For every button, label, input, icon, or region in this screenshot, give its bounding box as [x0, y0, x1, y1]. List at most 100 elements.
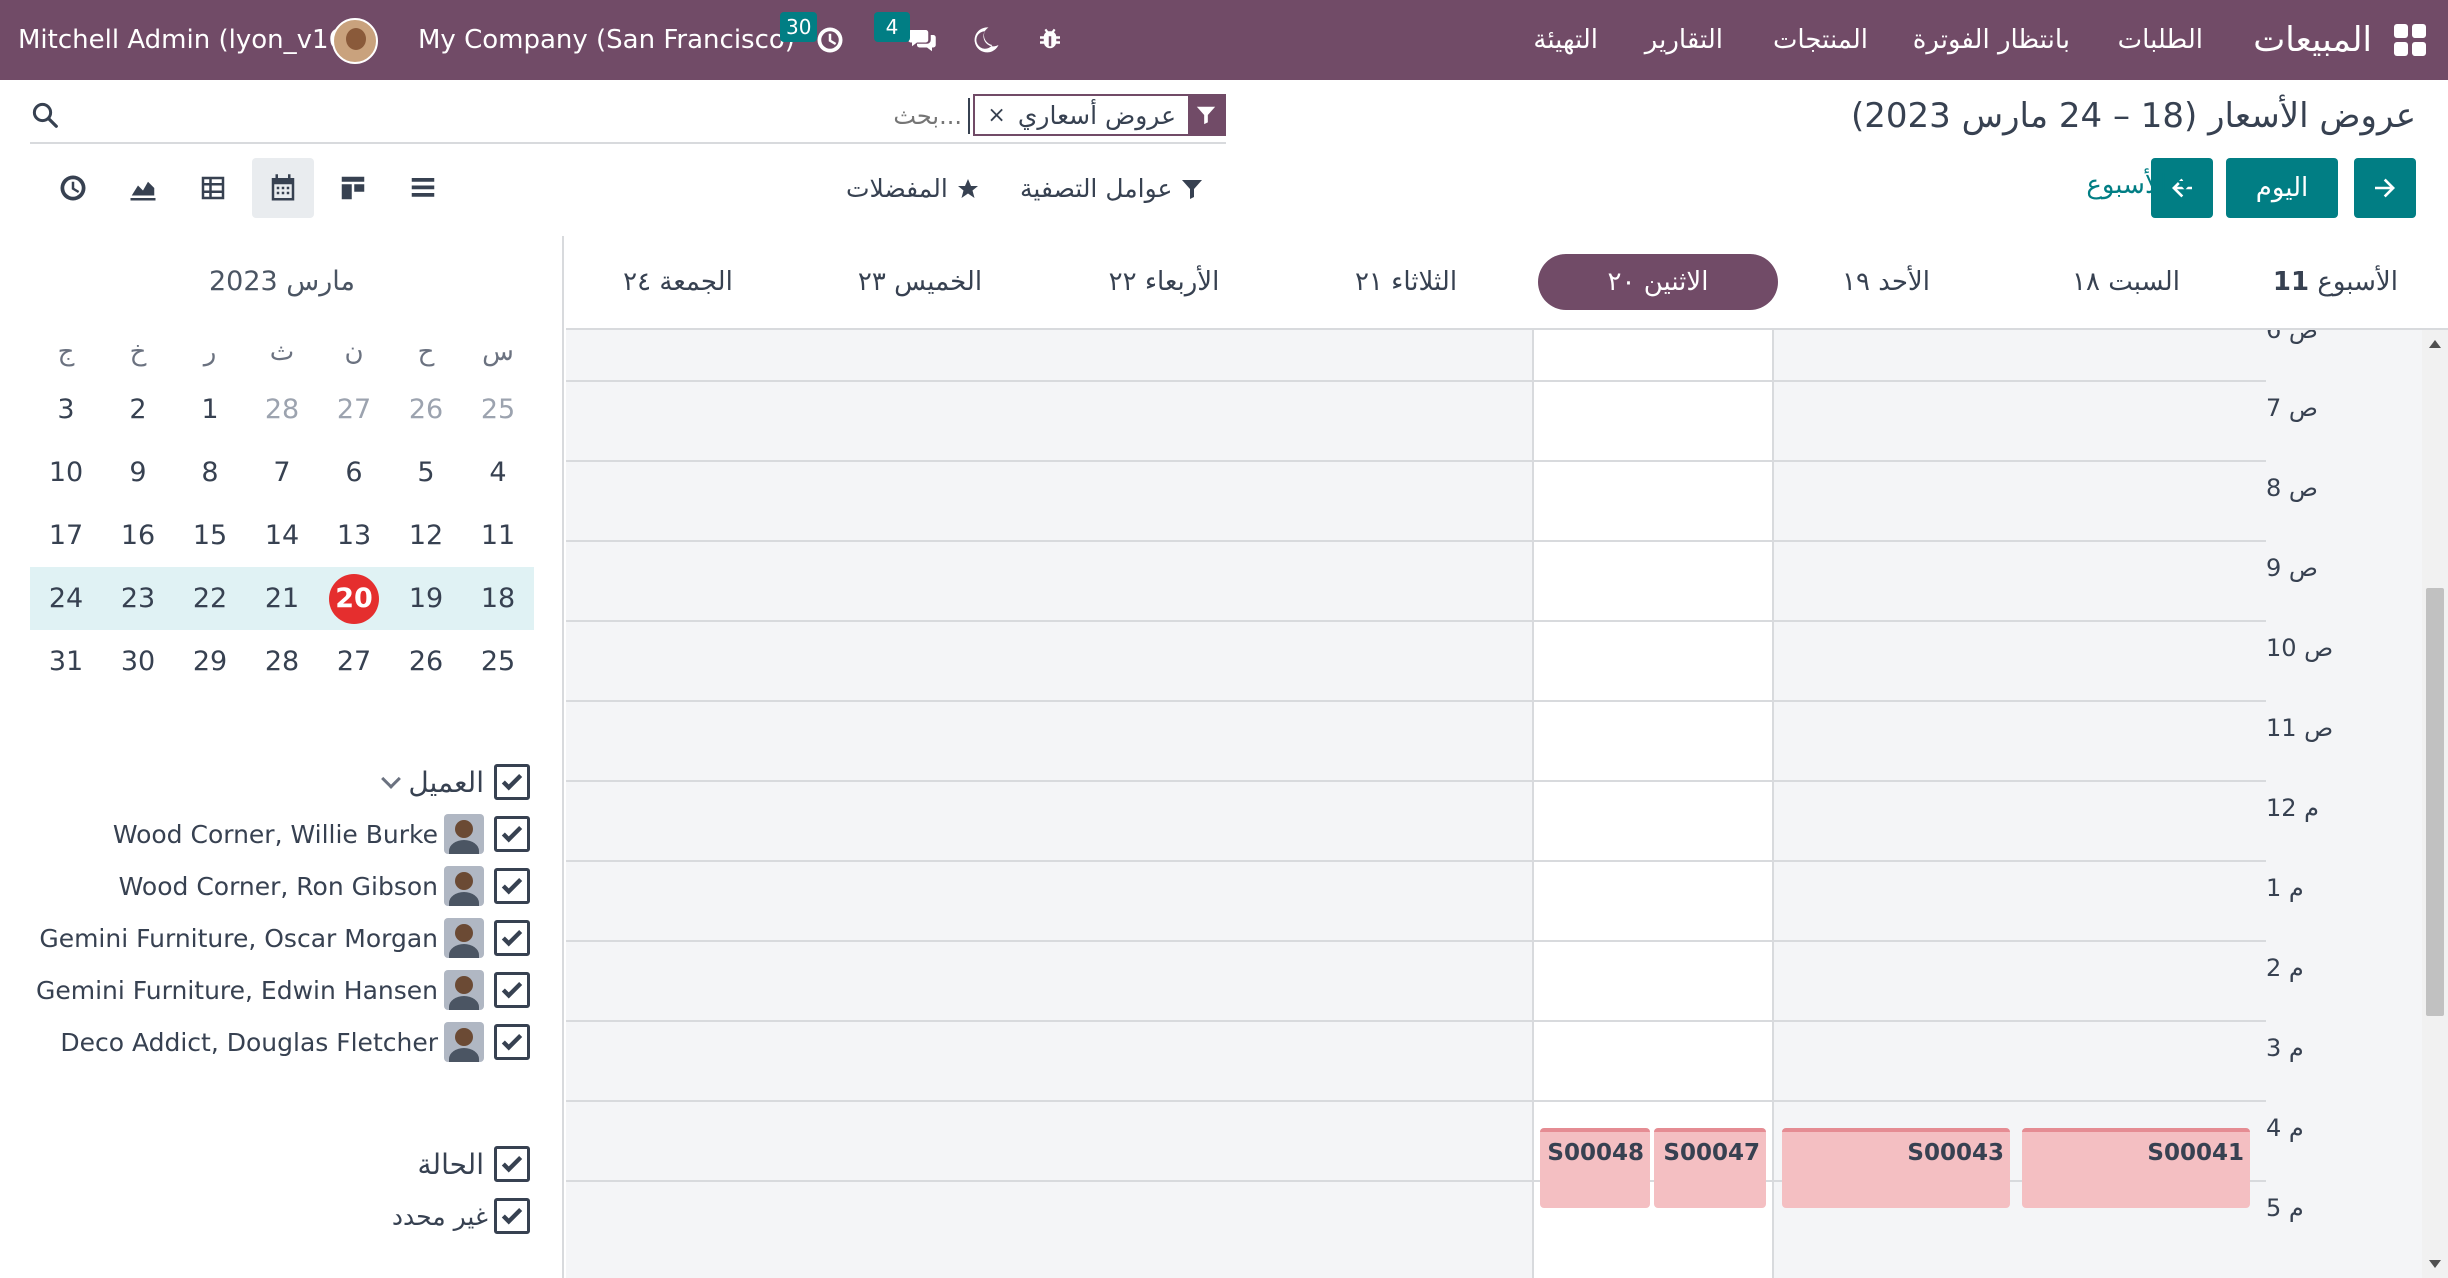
day-cell[interactable]: 27	[318, 630, 390, 693]
company-switcher[interactable]: My Company (San Francisco)	[418, 0, 795, 80]
search-icon[interactable]	[30, 100, 62, 132]
checkbox-checked-icon[interactable]	[494, 868, 530, 904]
calendar-event[interactable]: S00048	[1540, 1128, 1650, 1208]
state-filter-header[interactable]: الحالة	[392, 1138, 530, 1190]
day-cell[interactable]: 16	[102, 504, 174, 567]
weekday-header: ث	[269, 337, 295, 367]
today-day-cell[interactable]: 20	[318, 567, 390, 630]
customer-filter-item[interactable]: Gemini Furniture, Edwin Hansen	[36, 964, 530, 1016]
day-cell[interactable]: 5	[390, 441, 462, 504]
day-cell[interactable]: 3	[30, 378, 102, 441]
customer-name: Wood Corner, Ron Gibson	[118, 871, 438, 901]
day-cell[interactable]: 14	[246, 504, 318, 567]
facet-remove-icon[interactable]: ×	[975, 103, 1005, 128]
calendar-event[interactable]: S00047	[1654, 1128, 1766, 1208]
day-cell[interactable]: 30	[102, 630, 174, 693]
chevron-down-icon[interactable]	[381, 769, 402, 789]
day-header[interactable]: الخميس ٢٣	[830, 254, 1010, 310]
day-header[interactable]: الأحد ١٩	[1796, 254, 1976, 310]
day-cell[interactable]: 12	[390, 504, 462, 567]
kanban-view-icon[interactable]	[322, 158, 384, 218]
scale-dropdown[interactable]: الأسبوع	[2086, 170, 2193, 200]
scrollbar-thumb[interactable]	[2426, 588, 2444, 1016]
calendar-view-icon[interactable]	[252, 158, 314, 218]
day-cell[interactable]: 22	[174, 567, 246, 630]
day-cell[interactable]: 25	[462, 630, 534, 693]
day-cell[interactable]: 23	[102, 567, 174, 630]
calendar-scrollbar[interactable]	[2422, 330, 2448, 1278]
menu-configuration[interactable]: التهيئة	[1533, 0, 1598, 80]
day-cell[interactable]: 18	[462, 567, 534, 630]
day-cell[interactable]: 19	[390, 567, 462, 630]
calendar-event[interactable]: S00041	[2022, 1128, 2250, 1208]
day-cell[interactable]: 17	[30, 504, 102, 567]
apps-menu-icon[interactable]	[2394, 24, 2426, 56]
checkbox-checked-icon[interactable]	[494, 1024, 530, 1060]
day-header[interactable]: الأربعاء ٢٢	[1074, 254, 1254, 310]
day-header[interactable]: الجمعة ٢٤	[588, 254, 768, 310]
debug-bug-icon[interactable]	[1032, 22, 1068, 58]
day-cell[interactable]: 1	[174, 378, 246, 441]
day-cell[interactable]: 8	[174, 441, 246, 504]
state-filter-item[interactable]: غير محدد	[392, 1190, 530, 1242]
day-cell[interactable]: 28	[246, 378, 318, 441]
customer-filter-item[interactable]: Wood Corner, Willie Burke	[36, 808, 530, 860]
activity-clock-icon[interactable]	[812, 22, 848, 58]
hour-line	[566, 540, 2266, 542]
checkbox-checked-icon[interactable]	[494, 816, 530, 852]
day-cell[interactable]: 7	[246, 441, 318, 504]
day-header-today[interactable]: الاثنين ٢٠	[1538, 254, 1778, 310]
day-cell[interactable]: 11	[462, 504, 534, 567]
app-brand[interactable]: المبيعات	[2253, 0, 2372, 80]
list-view-icon[interactable]	[392, 158, 454, 218]
calendar-event[interactable]: S00043	[1782, 1128, 2010, 1208]
scroll-down-arrow-icon[interactable]	[2429, 1260, 2441, 1268]
day-header[interactable]: السبت ١٨	[2036, 254, 2216, 310]
customer-filter-item[interactable]: Deco Addict, Douglas Fletcher	[36, 1016, 530, 1068]
graph-view-area-chart-icon[interactable]	[112, 158, 174, 218]
day-cell[interactable]: 31	[30, 630, 102, 693]
day-cell[interactable]: 4	[462, 441, 534, 504]
checkbox-checked-icon[interactable]	[494, 1198, 530, 1234]
customer-filter-item[interactable]: Gemini Furniture, Oscar Morgan	[36, 912, 530, 964]
day-cell[interactable]: 6	[318, 441, 390, 504]
day-cell[interactable]: 13	[318, 504, 390, 567]
day-header[interactable]: الثلاثاء ٢١	[1316, 254, 1496, 310]
day-cell[interactable]: 26	[390, 630, 462, 693]
day-cell[interactable]: 25	[462, 378, 534, 441]
menu-orders[interactable]: الطلبات	[2118, 0, 2203, 80]
calendar-time-grid[interactable]: ص 6 ص 7 ص 8 ص 9 ص 10 ص 11 م 12 م 1 م 2 م…	[566, 330, 2448, 1278]
user-avatar[interactable]	[332, 18, 378, 64]
day-cell[interactable]: 26	[390, 378, 462, 441]
day-cell[interactable]: 15	[174, 504, 246, 567]
menu-products[interactable]: المنتجات	[1773, 0, 1868, 80]
day-cell[interactable]: 9	[102, 441, 174, 504]
checkbox-checked-icon[interactable]	[494, 1146, 530, 1182]
day-cell[interactable]: 21	[246, 567, 318, 630]
dark-mode-moon-icon[interactable]	[968, 22, 1004, 58]
checkbox-checked-icon[interactable]	[494, 972, 530, 1008]
user-menu[interactable]: Mitchell Admin (lyon_v16)	[18, 0, 355, 80]
day-cell[interactable]: 24	[30, 567, 102, 630]
menu-to-invoice[interactable]: بانتظار الفوترة	[1913, 0, 2070, 80]
checkbox-checked-icon[interactable]	[494, 764, 530, 800]
customer-filter-header[interactable]: العميل	[36, 756, 530, 808]
weekday-header: ر	[203, 337, 217, 367]
menu-reporting[interactable]: التقارير	[1645, 0, 1723, 80]
pivot-view-table-icon[interactable]	[182, 158, 244, 218]
favorites-dropdown[interactable]: المفضلات	[846, 174, 980, 203]
customer-filter-item[interactable]: Wood Corner, Ron Gibson	[36, 860, 530, 912]
next-period-button[interactable]	[2354, 158, 2416, 218]
filters-dropdown[interactable]: عوامل التصفية	[1020, 174, 1204, 203]
scroll-up-arrow-icon[interactable]	[2429, 340, 2441, 348]
day-cell[interactable]: 29	[174, 630, 246, 693]
today-button[interactable]: اليوم	[2226, 158, 2338, 218]
day-cell[interactable]: 10	[30, 441, 102, 504]
activity-view-clock-icon[interactable]	[42, 158, 104, 218]
checkbox-checked-icon[interactable]	[494, 920, 530, 956]
mini-calendar-active-week: 24 23 22 21 20 19 18	[30, 567, 534, 630]
day-cell[interactable]: 28	[246, 630, 318, 693]
day-cell[interactable]: 2	[102, 378, 174, 441]
day-cell[interactable]: 27	[318, 378, 390, 441]
search-input[interactable]	[470, 98, 970, 134]
